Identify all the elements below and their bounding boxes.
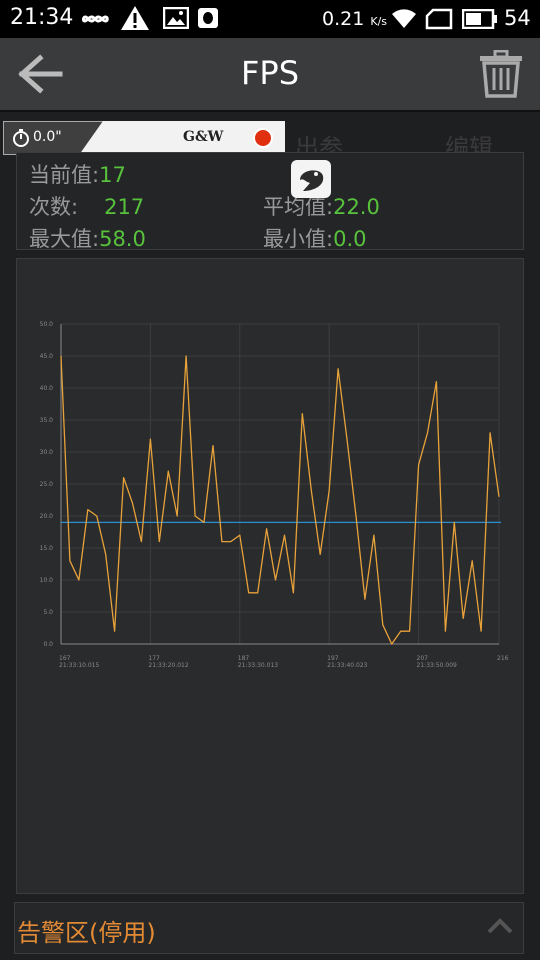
x-tick-sublabel: 21:33:40.023 xyxy=(327,662,367,669)
fps-chart-panel: 0.0 5.0 10.0 15.0 20.0 25.0 30.0 35.0 40.0 45.0 50… xyxy=(16,258,524,894)
warning-icon xyxy=(121,6,149,30)
y-tick-label: 10.0 xyxy=(40,577,54,584)
y-tick-label: 25.0 xyxy=(40,481,54,488)
y-tick-label: 45.0 xyxy=(40,353,54,360)
wifi-icon xyxy=(392,9,416,28)
y-tick-label: 15.0 xyxy=(40,545,54,552)
bird-logo-icon xyxy=(300,170,324,191)
stats-panel: 当前值:17 次数: 217 平均值:22.0 最大值:58.0 最小值:0.0 xyxy=(16,152,524,253)
battery-level: 54 xyxy=(504,6,531,30)
count-value: 217 xyxy=(104,195,145,219)
max-row: 最大值:58.0 xyxy=(29,223,146,253)
max-label: 最大值: xyxy=(29,227,100,251)
battery-icon xyxy=(462,9,497,29)
x-tick-sublabel: 21:33:30.013 xyxy=(238,662,278,669)
status-time: 21:34 xyxy=(10,5,74,30)
app-bar: FPS xyxy=(0,38,540,112)
fps-series-line xyxy=(60,355,500,645)
min-value: 0.0 xyxy=(333,227,367,251)
gw-overlay-bar[interactable]: 0.0" G&W xyxy=(3,121,285,155)
min-label: 最小值: xyxy=(263,227,334,251)
y-tick-label: 5.0 xyxy=(43,609,53,616)
stopwatch-icon xyxy=(13,129,29,147)
page-title: FPS xyxy=(240,54,299,92)
x-tick-label: 207 xyxy=(417,655,429,662)
current-value: 17 xyxy=(99,163,126,187)
y-tick-label: 50.0 xyxy=(40,321,54,328)
max-value: 58.0 xyxy=(99,227,146,251)
y-tick-label: 0.0 xyxy=(43,641,53,648)
fps-line-chart: 0.0 5.0 10.0 15.0 20.0 25.0 30.0 35.0 40.0 45.0 50… xyxy=(40,321,509,669)
x-tick-sublabel: 21:33:20.012 xyxy=(148,662,188,669)
x-tick-label: 187 xyxy=(238,655,250,662)
x-tick-label: 216 xyxy=(497,655,509,662)
avg-label: 平均值: xyxy=(263,195,334,219)
image-icon xyxy=(163,7,189,29)
qq-icon xyxy=(198,8,218,28)
y-tick-label: 30.0 xyxy=(40,449,54,456)
floating-app-icon[interactable] xyxy=(291,160,331,198)
infinity-icon xyxy=(82,15,109,23)
x-tick-sublabel: 21:33:50.009 xyxy=(417,662,457,669)
sim-icon xyxy=(425,8,453,30)
gw-brand: G&W xyxy=(183,129,224,145)
x-tick-label: 177 xyxy=(148,655,160,662)
record-button[interactable] xyxy=(253,128,273,148)
y-tick-label: 40.0 xyxy=(40,385,54,392)
count-row: 次数: 217 xyxy=(29,191,144,221)
count-label: 次数: xyxy=(29,195,79,219)
status-bar: 21:34 0.21 K/s 54 xyxy=(0,0,540,38)
x-tick-label: 167 xyxy=(59,655,71,662)
current-row: 当前值:17 xyxy=(29,159,126,189)
x-tick-label: 197 xyxy=(327,655,339,662)
gw-timer-value: 0.0" xyxy=(33,129,62,145)
alarm-label: 告警区(停用) xyxy=(17,919,156,947)
background-tabs: 出参 编辑 xyxy=(285,118,525,162)
chevron-up-icon[interactable] xyxy=(487,917,513,935)
min-row: 最小值:0.0 xyxy=(263,223,366,253)
current-label: 当前值: xyxy=(29,163,100,187)
y-tick-label: 35.0 xyxy=(40,417,54,424)
alarm-section[interactable]: 告警区(停用) xyxy=(14,902,524,954)
avg-value: 22.0 xyxy=(333,195,380,219)
network-speed: 0.21 K/s xyxy=(322,8,388,30)
trash-icon[interactable] xyxy=(478,50,524,98)
x-tick-sublabel: 21:33:10.015 xyxy=(59,662,99,669)
y-tick-label: 20.0 xyxy=(40,513,54,520)
